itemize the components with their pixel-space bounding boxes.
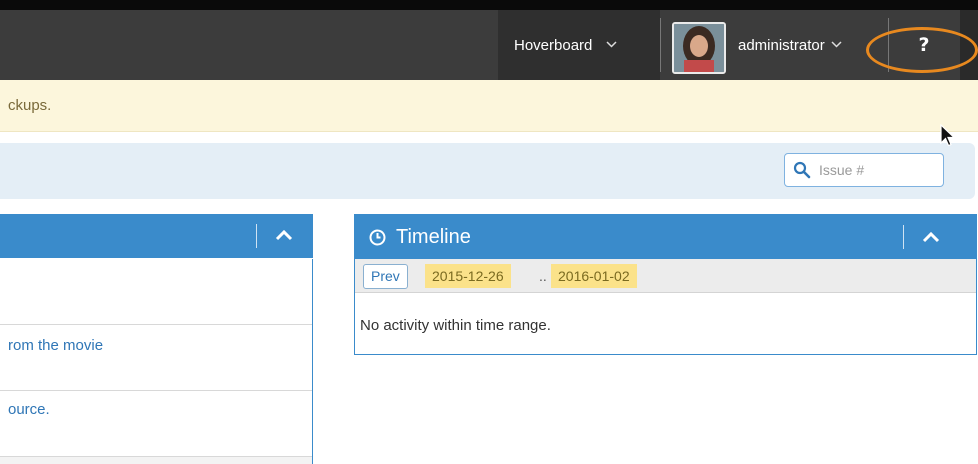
header-divider xyxy=(256,224,257,248)
issue-search-input[interactable] xyxy=(817,161,931,179)
header-divider xyxy=(903,225,904,249)
search-icon xyxy=(793,161,811,179)
list-item xyxy=(0,456,312,464)
timeline-title: Timeline xyxy=(396,225,471,248)
timeline-range-bar: Prev 2015-12-26 .. 2016-01-02 xyxy=(355,259,976,293)
caret-up-icon[interactable] xyxy=(274,227,294,248)
prev-button[interactable]: Prev xyxy=(363,264,408,289)
list-item[interactable]: ource. xyxy=(0,390,312,456)
issue-search-box[interactable] xyxy=(784,153,944,187)
list-item-link[interactable]: rom the movie xyxy=(8,337,103,354)
timeline-empty-message: No activity within time range. xyxy=(360,317,551,334)
nav-divider xyxy=(660,18,661,72)
left-panel-body: rom the movie ource. xyxy=(0,259,313,464)
list-item-link[interactable]: ource. xyxy=(8,401,50,418)
mouse-cursor-icon xyxy=(940,123,956,153)
filter-bar xyxy=(0,143,975,199)
help-highlight-annotation xyxy=(866,27,978,73)
chevron-down-icon xyxy=(606,39,617,51)
user-label: administrator xyxy=(738,36,825,54)
list-item[interactable]: rom the movie xyxy=(0,324,312,390)
window-top-edge xyxy=(0,0,978,10)
range-separator: .. xyxy=(539,268,547,284)
clock-icon xyxy=(369,229,386,246)
avatar[interactable] xyxy=(672,22,726,74)
range-start-date[interactable]: 2015-12-26 xyxy=(425,264,511,288)
range-end-date[interactable]: 2016-01-02 xyxy=(551,264,637,288)
user-menu[interactable]: administrator xyxy=(738,10,842,80)
timeline-header: Timeline xyxy=(355,215,976,259)
caret-up-icon[interactable] xyxy=(921,228,941,251)
project-switcher[interactable]: Hoverboard xyxy=(498,10,660,80)
warning-text: ckups. xyxy=(8,97,52,114)
project-label: Hoverboard xyxy=(514,36,593,54)
left-panel-header xyxy=(0,214,313,258)
top-navbar: Hoverboard administrator ? xyxy=(0,10,978,80)
chevron-down-icon xyxy=(831,39,842,51)
warning-banner: ckups. xyxy=(0,80,978,132)
timeline-panel: Timeline Prev 2015-12-26 .. 2016-01-02 N… xyxy=(354,214,977,355)
